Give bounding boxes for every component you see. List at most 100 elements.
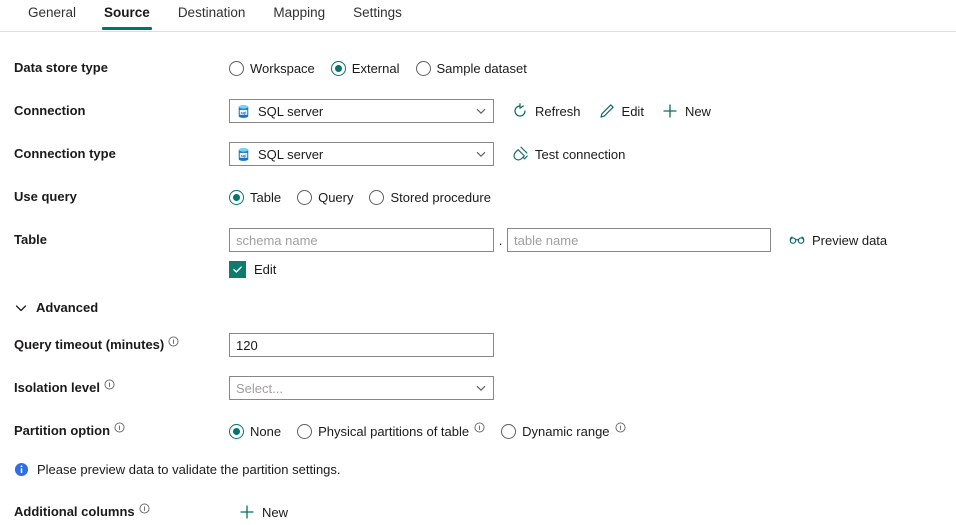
refresh-connection-button[interactable]: Refresh [512,103,581,119]
partition-info-message: Please preview data to validate the part… [0,462,956,477]
connection-dropdown[interactable]: sql SQL server [229,99,494,123]
info-icon[interactable] [474,422,485,433]
label-table: Table [14,232,229,248]
preview-data-label: Preview data [812,233,887,248]
isolation-level-placeholder: Select... [236,381,283,396]
table-controls: schema name . table name Preview data [229,228,956,252]
svg-text:sql: sql [241,109,247,114]
radio-label: Dynamic range [522,424,609,439]
checkmark-icon [229,261,246,278]
test-connection-button[interactable]: Test connection [512,146,625,162]
query-timeout-input[interactable]: 120 [229,333,494,357]
radio-mark-icon [229,61,244,76]
radio-group-partition-option: None Physical partitions of table Dynami… [229,424,956,439]
new-additional-column-label: New [262,505,288,520]
radio-label: Physical partitions of table [318,424,469,439]
tab-general[interactable]: General [14,0,90,30]
label-isolation-level-text: Isolation level [14,380,100,396]
row-connection: Connection sql SQL server [0,98,956,124]
label-additional-columns: Additional columns [14,504,229,520]
label-connection-text: Connection [14,103,86,119]
refresh-label: Refresh [535,104,581,119]
preview-data-button[interactable]: Preview data [789,232,887,248]
isolation-level-controls: Select... [229,376,956,400]
new-additional-column-button[interactable]: New [239,504,288,520]
radio-label: None [250,424,281,439]
row-isolation-level: Isolation level Select... [0,375,956,401]
refresh-icon [512,103,528,119]
svg-text:sql: sql [241,152,247,157]
radio-use-query-table[interactable]: Table [229,190,281,205]
connection-value: SQL server [258,104,323,119]
glasses-icon [789,232,805,248]
label-connection: Connection [14,103,229,119]
info-icon[interactable] [615,422,626,433]
label-query-timeout-text: Query timeout (minutes) [14,337,164,353]
edit-label: Edit [622,104,644,119]
info-icon[interactable] [114,422,125,433]
chevron-down-icon [475,382,487,394]
additional-columns-controls: New [229,504,956,520]
label-use-query: Use query [14,189,229,205]
label-connection-type-text: Connection type [14,146,116,162]
table-separator: . [494,233,507,248]
tab-destination[interactable]: Destination [164,0,260,30]
tab-mapping[interactable]: Mapping [259,0,339,30]
radio-mark-icon [331,61,346,76]
row-partition-option: Partition option None Physical partition… [0,418,956,444]
edit-connection-button[interactable]: Edit [599,103,644,119]
chevron-down-icon [475,105,487,117]
query-timeout-value: 120 [236,338,258,353]
schema-name-input[interactable]: schema name [229,228,494,252]
radio-group-data-store-type: Workspace External Sample dataset [229,61,956,76]
new-connection-button[interactable]: New [662,103,711,119]
source-form: Data store type Workspace External Sampl… [0,55,956,525]
label-use-query-text: Use query [14,189,77,205]
info-icon[interactable] [104,379,115,390]
label-connection-type: Connection type [14,146,229,162]
edit-checkbox[interactable]: Edit [229,261,276,278]
edit-checkbox-label: Edit [254,262,276,277]
radio-partition-none[interactable]: None [229,424,281,439]
sql-server-icon: sql [236,147,251,162]
radio-use-query-query[interactable]: Query [297,190,353,205]
info-icon[interactable] [168,336,179,347]
plus-icon [662,103,678,119]
connection-type-value: SQL server [258,147,323,162]
radio-partition-dynamic-range[interactable]: Dynamic range [501,424,625,439]
chevron-down-icon [14,301,28,315]
radio-use-query-stored-procedure[interactable]: Stored procedure [369,190,490,205]
radio-mark-icon [369,190,384,205]
label-partition-option-text: Partition option [14,423,110,439]
isolation-level-dropdown[interactable]: Select... [229,376,494,400]
connection-type-dropdown[interactable]: sql SQL server [229,142,494,166]
label-table-text: Table [14,232,47,248]
tab-mapping-label: Mapping [273,5,325,20]
tab-general-label: General [28,5,76,20]
radio-mark-icon [297,424,312,439]
tab-destination-label: Destination [178,5,246,20]
connection-type-controls: sql SQL server Test connection [229,142,956,166]
radio-data-store-workspace[interactable]: Workspace [229,61,315,76]
radio-data-store-external[interactable]: External [331,61,400,76]
label-data-store-type: Data store type [14,60,229,76]
plus-icon [239,504,255,520]
advanced-section-toggle[interactable]: Advanced [0,300,956,315]
advanced-label: Advanced [36,300,98,315]
label-isolation-level: Isolation level [14,380,229,396]
info-filled-icon [14,462,29,477]
tab-settings[interactable]: Settings [339,0,416,30]
radio-partition-physical[interactable]: Physical partitions of table [297,424,485,439]
label-data-store-type-text: Data store type [14,60,108,76]
label-partition-option: Partition option [14,423,229,439]
test-connection-label: Test connection [535,147,625,162]
tab-source[interactable]: Source [90,0,164,30]
radio-mark-icon [501,424,516,439]
table-name-input[interactable]: table name [507,228,771,252]
radio-data-store-sample-dataset[interactable]: Sample dataset [416,61,527,76]
partition-info-message-text: Please preview data to validate the part… [37,462,341,477]
info-icon[interactable] [139,503,150,514]
row-additional-columns: Additional columns New [0,499,956,525]
sql-server-icon: sql [236,104,251,119]
radio-label: Stored procedure [390,190,490,205]
